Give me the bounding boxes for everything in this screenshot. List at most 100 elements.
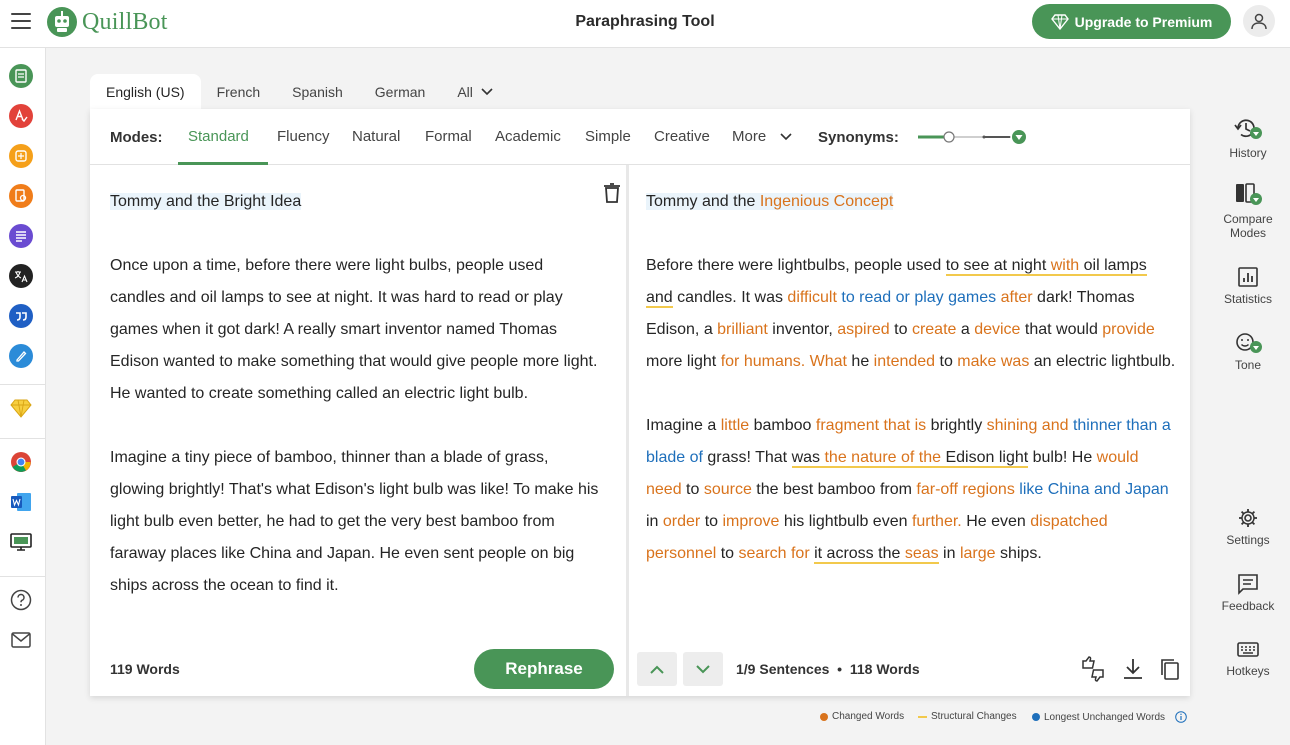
- mode-creative[interactable]: Creative: [654, 128, 710, 145]
- download-icon[interactable]: [1120, 656, 1146, 682]
- changed-words-segment[interactable]: large: [960, 545, 996, 562]
- changed-words-segment[interactable]: far-off regions: [916, 481, 1014, 498]
- changed-words-segment[interactable]: seas: [904, 545, 939, 564]
- upgrade-to-premium-button[interactable]: Upgrade to Premium: [1032, 4, 1231, 39]
- changed-words-segment[interactable]: little: [721, 417, 749, 434]
- tab-english-us[interactable]: English (US): [90, 74, 201, 109]
- info-icon[interactable]: [1175, 711, 1187, 723]
- tab-spanish[interactable]: Spanish: [276, 74, 359, 109]
- mode-more[interactable]: More: [732, 128, 792, 145]
- paraphraser-icon[interactable]: [9, 64, 33, 88]
- rephrase-button[interactable]: Rephrase: [474, 649, 614, 689]
- copy-icon[interactable]: [1157, 656, 1183, 682]
- chrome-extension-icon[interactable]: [9, 450, 33, 474]
- changed-words-segment[interactable]: brilliant: [717, 321, 768, 338]
- changed-words-segment[interactable]: improve: [723, 513, 780, 530]
- tab-all-languages[interactable]: All: [441, 74, 509, 109]
- desktop-app-icon[interactable]: [9, 530, 33, 554]
- changed-words-segment[interactable]: source: [704, 481, 752, 498]
- input-text-area[interactable]: Tommy and the Bright Idea Once upon a ti…: [110, 186, 600, 634]
- changed-words-segment[interactable]: further.: [912, 513, 962, 530]
- chevron-up-icon: [650, 665, 664, 674]
- statistics-label: Statistics: [1223, 292, 1272, 306]
- unchanged-words-segment[interactable]: to read or play games: [841, 289, 996, 306]
- changed-words-segment[interactable]: shining and: [987, 417, 1069, 434]
- previous-sentence-button[interactable]: [637, 652, 677, 686]
- translator-icon[interactable]: [9, 264, 33, 288]
- output-text-segment: brightly: [926, 417, 987, 434]
- input-paragraph: Once upon a time, before there were ligh…: [110, 257, 598, 402]
- changed-words-segment[interactable]: with: [1050, 257, 1080, 276]
- unchanged-dot-icon: [1032, 713, 1040, 721]
- tone-button[interactable]: Tone: [1206, 332, 1290, 372]
- changed-words-segment[interactable]: create: [912, 321, 956, 338]
- feedback-button[interactable]: Feedback: [1206, 573, 1290, 613]
- output-text-segment: to: [716, 545, 739, 562]
- output-paragraph: Before there were lightbulbs, people use…: [646, 250, 1176, 378]
- structural-change-segment[interactable]: Edison light: [941, 449, 1029, 468]
- rate-thumbs-icon[interactable]: [1080, 656, 1106, 682]
- compare-modes-button[interactable]: Compare Modes: [1206, 182, 1290, 240]
- summarizer-icon[interactable]: [9, 224, 33, 248]
- statistics-button[interactable]: Statistics: [1206, 266, 1290, 306]
- mode-simple[interactable]: Simple: [585, 128, 631, 145]
- output-title: Tommy and the Ingenious Concept: [646, 186, 1176, 218]
- page-title: Paraphrasing Tool: [575, 13, 715, 30]
- top-bar: QuillBot Paraphrasing Tool Upgrade to Pr…: [0, 0, 1290, 48]
- changed-words-segment[interactable]: aspired: [837, 321, 889, 338]
- tab-german[interactable]: German: [359, 74, 442, 109]
- output-text-area[interactable]: Tommy and the Ingenious Concept Before t…: [646, 186, 1176, 602]
- mode-more-label: More: [732, 128, 767, 145]
- changed-words-segment[interactable]: for humans. What: [721, 353, 847, 370]
- co-writer-icon[interactable]: [9, 344, 33, 368]
- output-text-segment: to: [700, 513, 723, 530]
- changed-words-segment[interactable]: make was: [957, 353, 1029, 370]
- changed-words-segment[interactable]: provide: [1102, 321, 1154, 338]
- settings-button[interactable]: Settings: [1206, 507, 1290, 547]
- output-text-segment: bamboo: [749, 417, 816, 434]
- changed-words-segment[interactable]: intended: [874, 353, 935, 370]
- feedback-icon: [1238, 574, 1258, 595]
- mode-academic[interactable]: Academic: [495, 128, 561, 145]
- changed-words-segment[interactable]: search for: [739, 545, 810, 562]
- changed-words-segment[interactable]: the nature of the: [824, 449, 942, 468]
- changed-words-segment[interactable]: Ingenious Concept: [759, 193, 894, 210]
- unchanged-words-segment[interactable]: like China and Japan: [1019, 481, 1168, 498]
- mode-fluency[interactable]: Fluency: [277, 128, 330, 145]
- history-button[interactable]: History: [1206, 116, 1290, 160]
- help-icon[interactable]: [9, 588, 33, 612]
- premium-diamond-icon[interactable]: [9, 396, 33, 420]
- mode-standard[interactable]: Standard: [188, 128, 249, 145]
- hotkeys-label: Hotkeys: [1226, 664, 1270, 678]
- quillbot-logo[interactable]: QuillBot: [46, 5, 168, 39]
- changed-words-segment[interactable]: device: [974, 321, 1020, 338]
- word-addin-icon[interactable]: [9, 490, 33, 514]
- mail-icon[interactable]: [9, 628, 33, 652]
- tab-french[interactable]: French: [201, 74, 277, 109]
- changed-words-segment[interactable]: order: [663, 513, 700, 530]
- hotkeys-button[interactable]: Hotkeys: [1206, 640, 1290, 678]
- trash-icon[interactable]: [602, 182, 622, 204]
- account-avatar[interactable]: [1243, 5, 1275, 37]
- citation-generator-icon[interactable]: [9, 304, 33, 328]
- grammar-checker-icon[interactable]: [9, 104, 33, 128]
- structural-change-segment[interactable]: was: [791, 449, 825, 468]
- structural-change-segment[interactable]: it across the: [814, 545, 905, 564]
- plagiarism-checker-icon[interactable]: [9, 184, 33, 208]
- changed-words-segment[interactable]: fragment that is: [816, 417, 926, 434]
- ai-detector-icon[interactable]: [9, 144, 33, 168]
- structural-change-segment[interactable]: to see at night: [945, 257, 1051, 276]
- keyboard-icon: [1237, 642, 1259, 657]
- changed-words-segment[interactable]: after: [1001, 289, 1033, 306]
- output-text-segment: grass! That: [702, 449, 792, 466]
- tone-icon: [1236, 333, 1262, 353]
- next-sentence-button[interactable]: [683, 652, 723, 686]
- changed-words-segment[interactable]: difficult: [787, 289, 837, 306]
- pane-divider[interactable]: [626, 165, 629, 696]
- synonyms-label: Synonyms:: [818, 129, 899, 146]
- menu-icon[interactable]: [11, 13, 31, 29]
- synonyms-slider[interactable]: [916, 130, 1026, 144]
- output-text-segment: Imagine a: [646, 417, 721, 434]
- mode-formal[interactable]: Formal: [425, 128, 472, 145]
- mode-natural[interactable]: Natural: [352, 128, 400, 145]
